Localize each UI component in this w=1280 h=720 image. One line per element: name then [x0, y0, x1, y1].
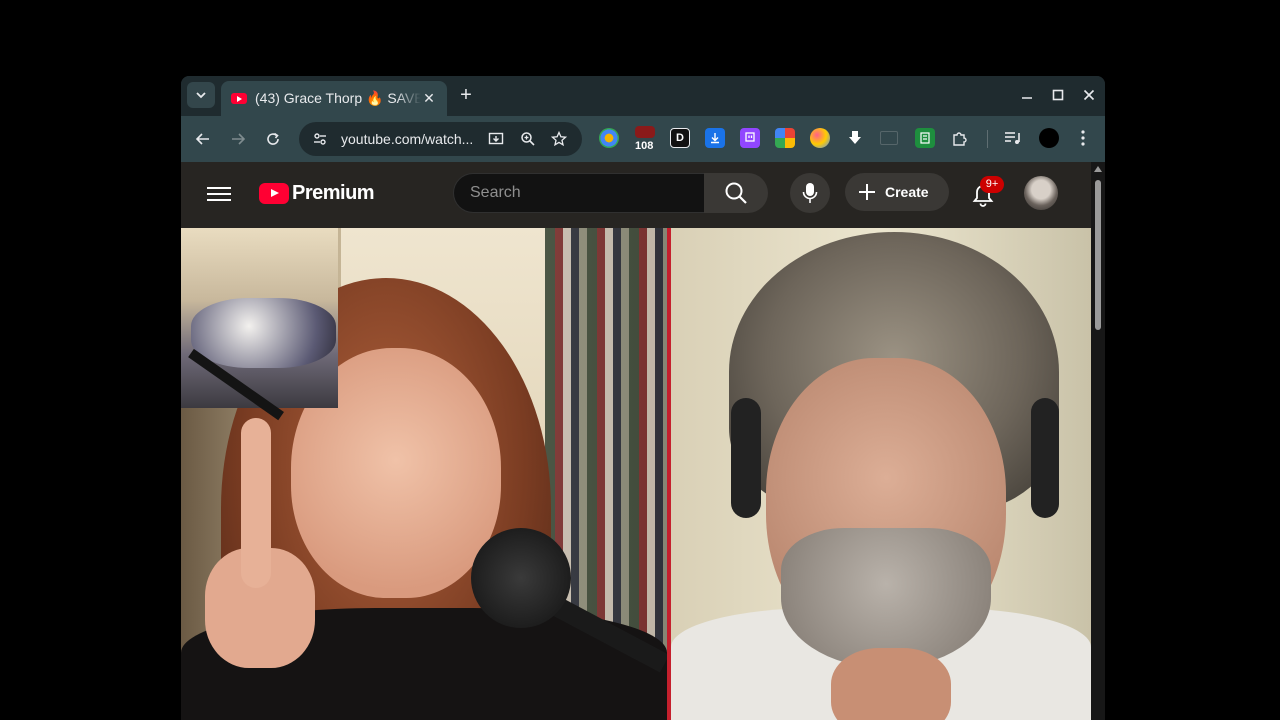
extension-orb-icon[interactable] [810, 128, 830, 148]
extension-d-icon[interactable]: D [670, 128, 690, 148]
create-button[interactable]: Create [845, 173, 949, 211]
headphone-left [731, 398, 761, 518]
twitch-icon[interactable] [740, 128, 760, 148]
new-tab-button[interactable]: + [455, 84, 477, 106]
tab-strip: (43) Grace Thorp 🔥 SAVE ✕ + [181, 76, 1105, 116]
youtube-logo[interactable]: Premium [259, 182, 375, 205]
extension-colorful-icon[interactable] [775, 128, 795, 148]
extension-badge: 108 [633, 140, 656, 152]
back-button[interactable] [191, 127, 215, 151]
extensions-puzzle-icon[interactable] [950, 128, 970, 148]
profile-avatar-icon[interactable] [1039, 128, 1059, 148]
youtube-page: Premium Create 9+ [181, 162, 1105, 720]
notification-count-badge: 9+ [980, 176, 1004, 193]
minimize-button[interactable] [1017, 85, 1037, 105]
close-icon [1083, 89, 1095, 101]
create-label: Create [885, 184, 929, 200]
forward-button[interactable] [226, 127, 250, 151]
reload-icon [267, 132, 279, 145]
left-camera-feed [181, 228, 667, 720]
account-avatar[interactable] [1024, 176, 1058, 210]
browser-toolbar: youtube.com/watch... 108 D [181, 116, 1105, 162]
picture-in-picture-inset [181, 228, 338, 421]
arrow-left-icon [195, 133, 209, 145]
browser-window: (43) Grace Thorp 🔥 SAVE ✕ + youtube.com/… [181, 76, 1105, 720]
chevron-down-icon [196, 92, 206, 99]
right-camera-feed [671, 228, 1091, 720]
raised-finger [241, 418, 271, 588]
arrow-right-icon [232, 133, 246, 145]
kebab-menu-icon[interactable] [1073, 128, 1093, 148]
search-button[interactable] [704, 173, 768, 213]
search-box[interactable] [453, 173, 704, 213]
hand-on-chin [831, 648, 951, 720]
page-scrollbar[interactable] [1091, 162, 1105, 720]
active-tab[interactable]: (43) Grace Thorp 🔥 SAVE ✕ [221, 81, 447, 116]
search-input[interactable] [470, 174, 690, 212]
extension-screen-icon[interactable] [880, 131, 898, 145]
youtube-favicon-icon [231, 93, 247, 104]
tab-title: (43) Grace Thorp 🔥 SAVE [255, 90, 421, 106]
man-beard [781, 528, 991, 668]
guide-menu-icon[interactable] [205, 183, 233, 205]
tab-search-button[interactable] [187, 82, 215, 108]
pip-bed-clothes [191, 298, 336, 368]
maximize-icon [1052, 89, 1064, 101]
microphone-icon [802, 183, 818, 203]
zoom-icon[interactable] [515, 122, 541, 156]
video-player[interactable] [181, 228, 1091, 720]
address-bar[interactable]: youtube.com/watch... [299, 122, 582, 156]
scroll-thumb[interactable] [1095, 180, 1101, 330]
tab-close-icon[interactable]: ✕ [421, 90, 437, 107]
reload-button[interactable] [261, 127, 285, 151]
voice-search-button[interactable] [790, 173, 830, 213]
extension-green-icon[interactable] [915, 128, 935, 148]
extension-download-icon[interactable] [705, 128, 725, 148]
media-queue-icon[interactable] [1003, 128, 1023, 148]
youtube-logo-text: Premium [292, 182, 375, 204]
youtube-masthead: Premium Create 9+ [181, 162, 1091, 228]
extension-red-icon[interactable] [635, 126, 655, 138]
extension-arrow-down-icon[interactable] [845, 128, 865, 148]
minimize-icon [1022, 97, 1032, 99]
headphone-right [1031, 398, 1059, 518]
podcast-microphone [471, 528, 571, 628]
install-app-icon[interactable] [483, 122, 509, 156]
youtube-play-icon [259, 183, 289, 204]
close-window-button[interactable] [1079, 85, 1099, 105]
extension-color-icon[interactable] [599, 128, 619, 148]
bookmark-star-icon[interactable] [546, 122, 572, 156]
site-info-icon[interactable] [307, 126, 333, 152]
maximize-button[interactable] [1048, 85, 1068, 105]
url-text[interactable]: youtube.com/watch... [341, 131, 473, 147]
scroll-up-arrow-icon[interactable] [1094, 166, 1102, 172]
toolbar-divider [987, 130, 988, 148]
plus-icon [859, 184, 875, 200]
search-icon [725, 182, 747, 204]
